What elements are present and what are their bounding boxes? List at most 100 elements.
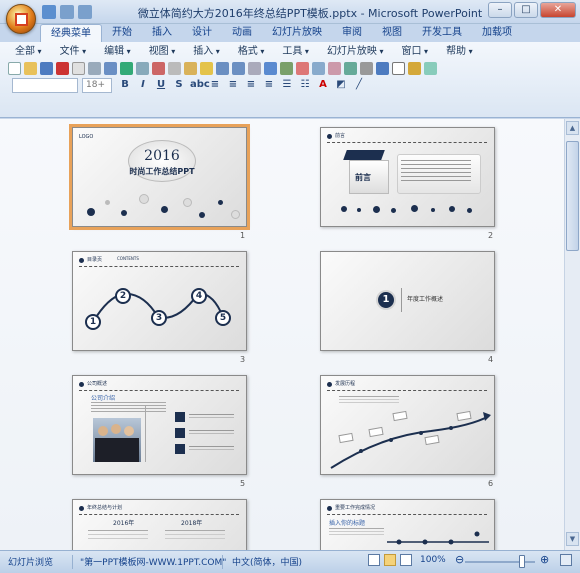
pdf-icon[interactable]	[56, 62, 69, 75]
numbering-icon[interactable]: ☷	[298, 79, 312, 93]
menu-insert[interactable]: 插入	[184, 44, 229, 59]
italic-button[interactable]: I	[136, 79, 150, 93]
slide-sorter-view-icon[interactable]	[384, 554, 396, 566]
new-icon[interactable]	[8, 62, 21, 75]
copy-icon[interactable]	[168, 62, 181, 75]
menu-tools[interactable]: 工具	[273, 44, 318, 59]
slide-thumbnail-4[interactable]: 1 年度工作概述	[320, 251, 495, 351]
slideshow-view-icon[interactable]	[400, 554, 412, 566]
tab-classic-menu[interactable]: 经典菜单	[40, 24, 102, 42]
open-icon[interactable]	[24, 62, 37, 75]
align-left-icon[interactable]: ≡	[208, 79, 222, 93]
picture-icon[interactable]	[296, 62, 309, 75]
justify-icon[interactable]: ≡	[262, 79, 276, 93]
research-icon[interactable]	[136, 62, 149, 75]
office-logo-icon	[15, 13, 28, 26]
divider	[222, 555, 223, 569]
spelling-icon[interactable]	[120, 62, 133, 75]
shapes-icon[interactable]	[408, 62, 421, 75]
preview-icon[interactable]	[104, 62, 117, 75]
slide-number-6: 6	[488, 479, 494, 488]
vertical-scrollbar[interactable]: ▲ ▼	[564, 119, 580, 550]
tab-review[interactable]: 审阅	[332, 24, 372, 42]
slide-thumbnail-7[interactable]: 年终总结与计划 2016年 2018年	[72, 499, 247, 550]
timeline-curve	[330, 412, 491, 469]
zoom-in-icon[interactable]: ⊕	[540, 553, 549, 566]
align-center-icon[interactable]: ≡	[226, 79, 240, 93]
chart-icon[interactable]	[280, 62, 293, 75]
tab-home[interactable]: 开始	[102, 24, 142, 42]
slide-thumbnail-5[interactable]: 公司概述 公司介绍	[72, 375, 247, 475]
tab-animation[interactable]: 动画	[222, 24, 262, 42]
table-icon[interactable]	[264, 62, 277, 75]
slide-icon[interactable]	[344, 62, 357, 75]
tab-view[interactable]: 视图	[372, 24, 412, 42]
normal-view-icon[interactable]	[368, 554, 380, 566]
slide-thumbnail-8[interactable]: 重要工作完成情况 插入你的标题	[320, 499, 495, 550]
slide-thumbnail-2[interactable]: 前言 前言	[320, 127, 495, 227]
fit-to-window-icon[interactable]	[560, 554, 572, 566]
font-name-combo[interactable]	[12, 78, 78, 93]
color-icon[interactable]	[328, 62, 341, 75]
zoom-slider-thumb[interactable]	[519, 555, 525, 568]
menu-window[interactable]: 窗口	[393, 44, 438, 59]
minimize-button[interactable]: –	[488, 2, 512, 18]
tab-insert[interactable]: 插入	[142, 24, 182, 42]
cut-icon[interactable]	[152, 62, 165, 75]
menu-help[interactable]: 帮助	[437, 44, 482, 59]
bullets-icon[interactable]: ☰	[280, 79, 294, 93]
print-icon[interactable]	[88, 62, 101, 75]
status-bar: 幻灯片浏览 "第一PPT模板网-WWW.1PPT.COM" 中文(简体，中国) …	[0, 550, 580, 573]
menu-format[interactable]: 格式	[229, 44, 274, 59]
underline-button[interactable]: U	[154, 79, 168, 93]
scroll-down-arrow-icon[interactable]: ▼	[566, 532, 579, 546]
maximize-button[interactable]: □	[514, 2, 538, 18]
zoom-level[interactable]: 100%	[420, 555, 446, 565]
menu-edit[interactable]: 编辑	[95, 44, 140, 59]
line-color-icon[interactable]: ╱	[352, 79, 366, 93]
team-photo	[93, 418, 141, 462]
font-color-icon[interactable]: A	[316, 79, 330, 93]
scroll-thumb[interactable]	[566, 141, 579, 251]
tab-addins[interactable]: 加载项	[472, 24, 522, 42]
zoom-out-icon[interactable]: ⊖	[455, 553, 464, 566]
paste-icon[interactable]	[184, 62, 197, 75]
close-button[interactable]: ✕	[540, 2, 576, 18]
timeline-line	[387, 531, 489, 545]
tab-design[interactable]: 设计	[182, 24, 222, 42]
permission-icon[interactable]	[72, 62, 85, 75]
slide-thumbnail-3[interactable]: 目录页 CONTENTS 1 2 3 4 5	[72, 251, 247, 351]
link-icon[interactable]	[248, 62, 261, 75]
slide-thumbnail-1[interactable]: LOGO 2016 时尚工作总结PPT	[69, 124, 250, 230]
align-right-icon[interactable]: ≡	[244, 79, 258, 93]
menu-slideshow[interactable]: 幻灯片放映	[318, 44, 393, 59]
office-button[interactable]	[6, 4, 36, 34]
status-theme-label: "第一PPT模板网-WWW.1PPT.COM"	[80, 558, 227, 568]
year-label: 2018年	[181, 520, 203, 527]
menu-view[interactable]: 视图	[140, 44, 185, 59]
tab-slideshow[interactable]: 幻灯片放映	[262, 24, 332, 42]
slide-thumbnail-6[interactable]: 发展历程	[320, 375, 495, 475]
tab-developer[interactable]: 开发工具	[412, 24, 472, 42]
arrange-icon[interactable]	[424, 62, 437, 75]
format-painter-icon[interactable]	[200, 62, 213, 75]
fill-color-icon[interactable]: ◩	[334, 79, 348, 93]
scroll-up-arrow-icon[interactable]: ▲	[566, 121, 579, 135]
strike-button[interactable]: abc	[190, 79, 210, 93]
undo-icon[interactable]	[216, 62, 229, 75]
menu-file[interactable]: 文件	[51, 44, 96, 59]
shadow-button[interactable]: S	[172, 79, 186, 93]
textbox-icon[interactable]	[392, 62, 405, 75]
grid-icon[interactable]	[312, 62, 325, 75]
save-icon[interactable]	[40, 62, 53, 75]
font-size-combo[interactable]: 18+	[82, 78, 112, 93]
bold-button[interactable]: B	[118, 79, 132, 93]
menu-all[interactable]: 全部	[6, 44, 51, 59]
step-circle-1: 1	[85, 314, 101, 330]
step-circle-2: 2	[115, 288, 131, 304]
zoom-icon[interactable]	[360, 62, 373, 75]
slide-number-3: 3	[240, 355, 246, 364]
slide-number-1: 1	[240, 231, 246, 240]
redo-icon[interactable]	[232, 62, 245, 75]
layout-icon[interactable]	[376, 62, 389, 75]
